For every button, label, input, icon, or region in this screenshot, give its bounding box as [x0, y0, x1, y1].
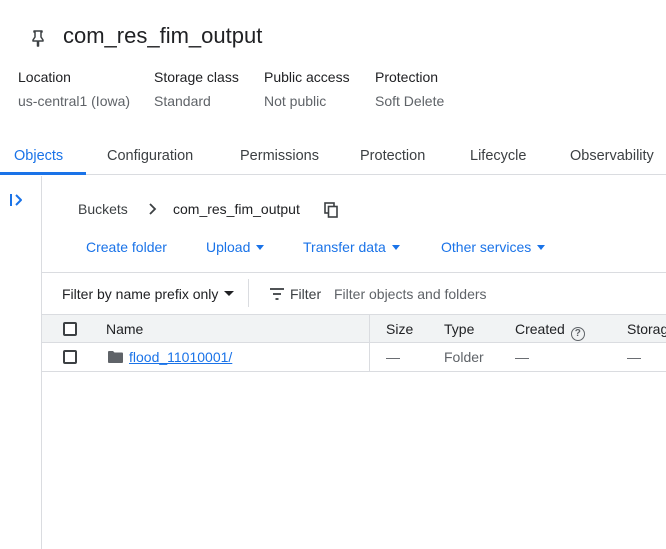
create-folder-label: Create folder [86, 239, 167, 255]
caret-down-icon [256, 245, 265, 250]
prefix-filter-label: Filter by name prefix only [62, 286, 219, 302]
tab-configuration[interactable]: Configuration [107, 138, 193, 175]
meta-label: Protection [375, 69, 439, 85]
filter-bar: Filter by name prefix only Filter [42, 272, 666, 314]
meta-label: Location [18, 69, 71, 85]
column-header-type[interactable]: Type [444, 315, 474, 343]
tab-objects[interactable]: Objects [14, 138, 63, 175]
pin-icon[interactable] [30, 29, 46, 47]
meta-public-access: Public access Not public [264, 68, 350, 110]
prefix-filter-select[interactable]: Filter by name prefix only [62, 285, 235, 303]
folder-link[interactable]: flood_11010001/ [129, 343, 232, 371]
filter-label: Filter [290, 286, 322, 302]
filter-input[interactable] [334, 283, 654, 305]
column-header-name[interactable]: Name [106, 315, 143, 343]
meta-label: Public access [264, 69, 350, 85]
meta-value: Soft Delete [375, 93, 445, 109]
caret-down-icon [391, 245, 400, 250]
objects-table: Name Size Type Created? Storag flood_110… [42, 314, 666, 372]
caret-down-icon [537, 245, 546, 250]
bucket-meta: Location us-central1 (Iowa) Storage clas… [0, 68, 666, 112]
meta-value: Standard [154, 93, 211, 109]
help-icon[interactable]: ? [570, 327, 585, 341]
transfer-data-label: Transfer data [303, 239, 386, 255]
meta-protection: Protection Soft Delete [375, 68, 444, 110]
folder-browser-strip [0, 176, 42, 549]
other-services-label: Other services [441, 239, 532, 255]
expand-panel-icon[interactable] [8, 190, 26, 210]
filter-icon[interactable] [269, 287, 285, 301]
caret-down-icon [224, 291, 235, 296]
tab-protection[interactable]: Protection [360, 138, 425, 175]
column-header-size[interactable]: Size [386, 315, 413, 343]
select-all-checkbox[interactable] [63, 322, 77, 336]
cell-type: Folder [444, 349, 484, 365]
upload-label: Upload [206, 239, 251, 255]
tab-bar: Objects Configuration Permissions Protec… [0, 138, 666, 175]
breadcrumb-buckets-link[interactable]: Buckets [78, 199, 128, 219]
meta-location: Location us-central1 (Iowa) [18, 68, 130, 110]
divider [248, 279, 249, 307]
table-header: Name Size Type Created? Storag [42, 314, 666, 343]
create-folder-button[interactable]: Create folder [86, 237, 167, 257]
cell-size: — [386, 349, 400, 365]
chevron-right-icon [149, 203, 157, 215]
column-header-storage[interactable]: Storag [627, 315, 666, 343]
page-header: com_res_fim_output [0, 20, 666, 54]
meta-label: Storage class [154, 69, 239, 85]
object-actions: Create folder Upload Transfer data Other… [86, 237, 666, 259]
meta-value: Not public [264, 93, 327, 109]
breadcrumb-current: com_res_fim_output [173, 201, 300, 217]
folder-icon [108, 351, 123, 363]
bucket-details-page: com_res_fim_output Location us-central1 … [0, 0, 666, 549]
meta-storage-class: Storage class Standard [154, 68, 239, 110]
tab-permissions[interactable]: Permissions [240, 138, 319, 175]
column-header-created-label: Created [515, 321, 565, 337]
column-divider [369, 343, 370, 371]
copy-icon[interactable] [324, 202, 338, 218]
column-header-created[interactable]: Created? [515, 315, 585, 343]
transfer-data-button[interactable]: Transfer data [303, 237, 400, 257]
column-resizer[interactable] [369, 315, 370, 343]
tab-observability[interactable]: Observability [570, 138, 654, 175]
cell-storage: — [627, 349, 641, 365]
table-row: flood_11010001/ — Folder — — [42, 343, 666, 372]
meta-value: us-central1 (Iowa) [18, 93, 131, 109]
tab-lifecycle[interactable]: Lifecycle [470, 138, 526, 175]
upload-button[interactable]: Upload [206, 237, 265, 257]
active-tab-indicator [0, 172, 86, 175]
cell-created: — [515, 349, 529, 365]
other-services-button[interactable]: Other services [441, 237, 546, 257]
row-checkbox[interactable] [63, 350, 77, 364]
page-title: com_res_fim_output [63, 23, 263, 48]
breadcrumb: Buckets com_res_fim_output [78, 199, 378, 219]
